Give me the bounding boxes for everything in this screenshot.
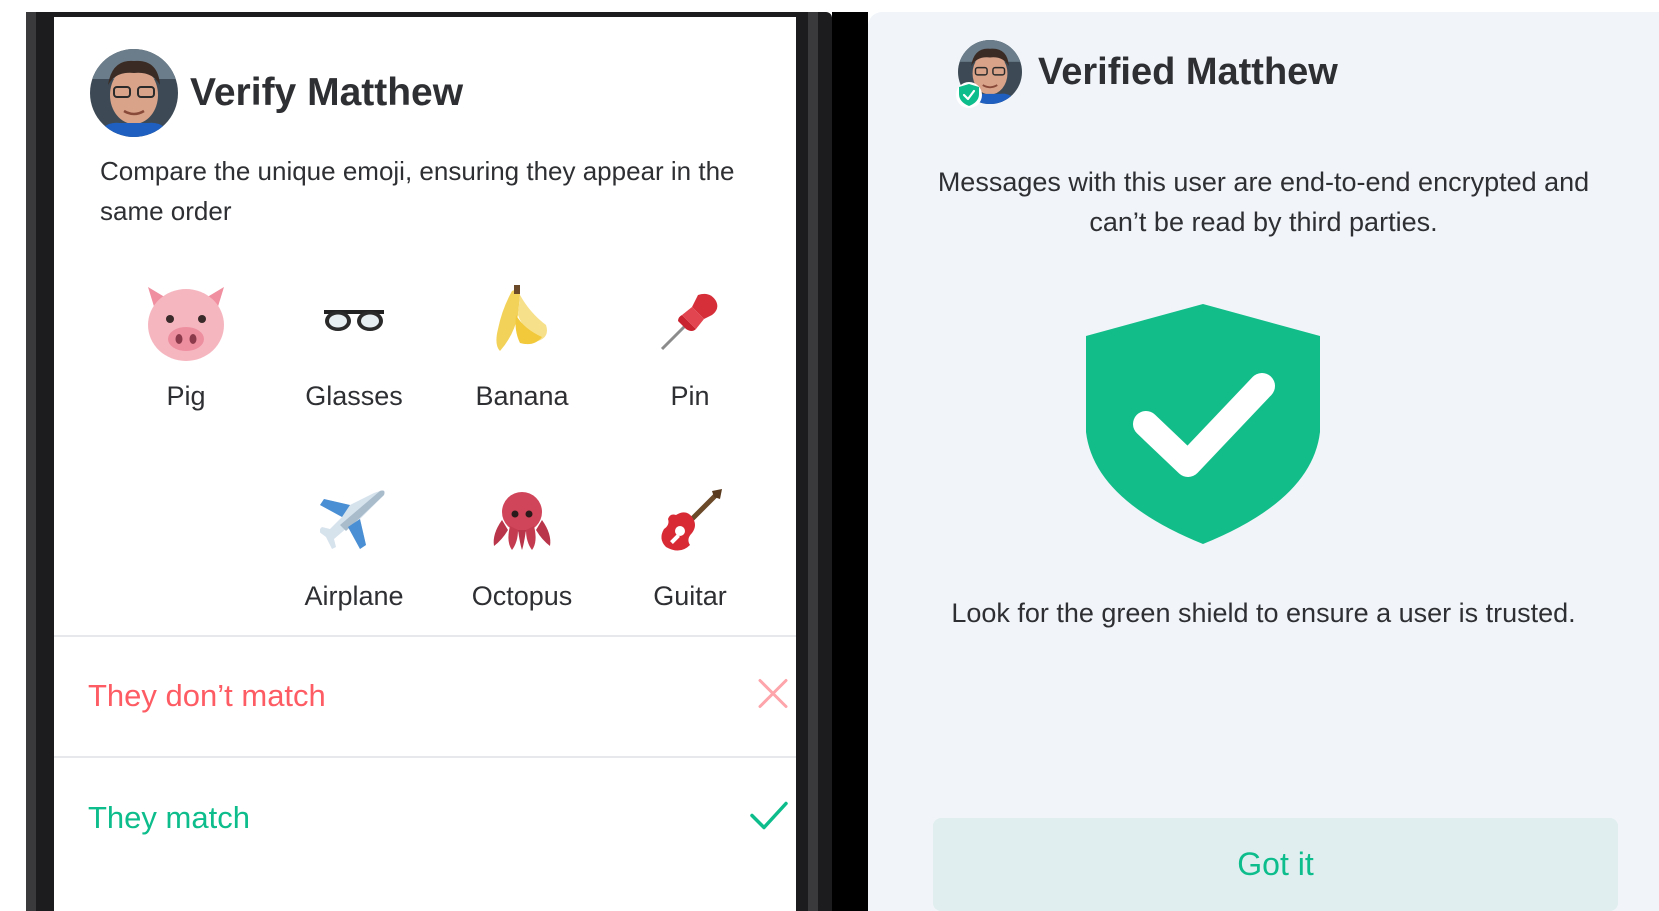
verified-panel: Verified Matthew Messages with this user…: [868, 12, 1659, 911]
match-label: They match: [88, 800, 250, 835]
emoji-label: Guitar: [653, 581, 727, 611]
emoji-item: Glasses: [270, 273, 438, 412]
verified-shield-icon: [956, 82, 982, 108]
emoji-label: Octopus: [471, 581, 573, 611]
checkmark-icon: [748, 800, 790, 837]
emoji-label: Pig: [166, 381, 206, 411]
verify-panel: Verify Matthew Compare the unique emoji,…: [54, 17, 796, 911]
emoji-label: Banana: [475, 381, 569, 411]
encryption-text: Messages with this user are end-to-end e…: [937, 167, 1590, 237]
pig-emoji: [138, 273, 234, 369]
emoji-item: Pin: [606, 273, 774, 412]
page-title: Verify Matthew: [190, 71, 464, 114]
phone-frame-gap: [832, 12, 868, 911]
emoji-row: Airplane Octopus Guitar: [270, 473, 774, 612]
phone-bezel-edge: [808, 12, 818, 911]
emoji-item: Banana: [438, 273, 606, 412]
glasses-emoji: [306, 273, 402, 369]
emoji-item: Airplane: [270, 473, 438, 612]
phone-bezel-edge: [26, 12, 36, 911]
airplane-emoji: [306, 473, 402, 569]
emoji-item: Pig: [102, 273, 270, 412]
avatar: [956, 40, 1022, 108]
guitar-emoji: [642, 473, 738, 569]
no-match-label: They don’t match: [88, 678, 326, 713]
instructions-text: Compare the unique emoji, ensuring they …: [100, 156, 735, 226]
emoji-label: Airplane: [304, 581, 404, 611]
emoji-item: Guitar: [606, 473, 774, 612]
page-title: Verified Matthew: [1038, 50, 1338, 93]
emoji-row: Pig Glasses Banana Pin: [102, 273, 774, 412]
verify-header: Verify Matthew: [90, 49, 463, 137]
pin-emoji: [642, 273, 738, 369]
banana-emoji: [474, 273, 570, 369]
close-icon: [756, 677, 790, 716]
emoji-label: Pin: [670, 381, 710, 411]
emoji-label: Glasses: [305, 381, 403, 411]
no-match-option[interactable]: They don’t match: [54, 636, 796, 756]
match-option[interactable]: They match: [54, 758, 796, 878]
verified-header: Verified Matthew: [956, 40, 1338, 108]
octopus-emoji: [474, 473, 570, 569]
green-shield-icon: [1086, 304, 1320, 549]
got-it-button[interactable]: Got it: [933, 818, 1618, 911]
emoji-item: Octopus: [438, 473, 606, 612]
avatar: [90, 49, 178, 137]
shield-hint-text: Look for the green shield to ensure a us…: [951, 598, 1576, 628]
